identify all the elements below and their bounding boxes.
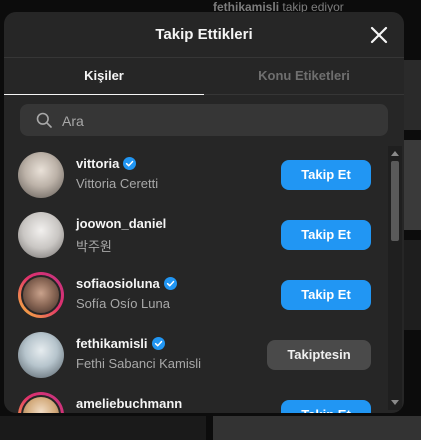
search-box — [20, 104, 388, 138]
dialog-tabs: Kişiler Konu Etiketleri — [4, 58, 404, 96]
account-username[interactable]: ameliebuchmann — [76, 396, 182, 411]
list-item: vittoria Vittoria Ceretti Takip Et — [4, 146, 388, 206]
dialog-title: Takip Ettikleri — [155, 26, 253, 43]
account-full-name: Sofía Osío Luna — [76, 296, 170, 311]
following-list: vittoria Vittoria Ceretti Takip Et joowo… — [4, 146, 388, 413]
avatar[interactable] — [18, 212, 64, 258]
follow-button[interactable]: Takip Et — [281, 220, 371, 250]
dialog-header: Takip Ettikleri — [4, 12, 404, 58]
verified-badge-icon — [163, 277, 177, 290]
account-full-name: Fethi Sabanci Kamisli — [76, 356, 201, 371]
tab-hashtags[interactable]: Konu Etiketleri — [204, 58, 404, 95]
avatar-story-ring[interactable] — [18, 392, 64, 413]
follow-button[interactable]: Takip Et — [281, 400, 371, 413]
list-item: fethikamisli Fethi Sabanci Kamisli Takip… — [4, 326, 388, 386]
account-username[interactable]: sofiaosioluna — [76, 276, 177, 291]
avatar[interactable] — [18, 332, 64, 378]
account-full-name: Vittoria Ceretti — [76, 176, 159, 191]
list-item: joowon_daniel 박주원 Takip Et — [4, 206, 388, 266]
list-item: sofiaosioluna Sofía Osío Luna Takip Et — [4, 266, 388, 326]
close-icon — [370, 26, 388, 44]
scroll-up-arrow-icon[interactable] — [391, 151, 399, 156]
account-username[interactable]: fethikamisli — [76, 336, 165, 351]
background-thumbnail — [404, 60, 421, 130]
account-username[interactable]: vittoria — [76, 156, 137, 171]
list-item: ameliebuchmann Takip Et — [4, 386, 388, 413]
avatar[interactable] — [18, 152, 64, 198]
background-thumbnail — [404, 140, 421, 230]
following-button[interactable]: Takiptesin — [267, 340, 371, 370]
verified-badge-icon — [123, 157, 137, 170]
scroll-down-arrow-icon[interactable] — [391, 400, 399, 405]
verified-badge-icon — [151, 337, 165, 350]
follow-button[interactable]: Takip Et — [281, 280, 371, 310]
avatar-story-ring[interactable] — [18, 272, 64, 318]
tab-people[interactable]: Kişiler — [4, 58, 204, 95]
background-thumbnail — [213, 416, 421, 440]
search-input[interactable] — [60, 104, 374, 138]
scrollbar-thumb[interactable] — [391, 161, 399, 241]
close-button[interactable] — [368, 24, 390, 46]
search-icon — [36, 112, 52, 128]
list-scrollbar[interactable] — [388, 146, 402, 410]
follow-button[interactable]: Takip Et — [281, 160, 371, 190]
account-username[interactable]: joowon_daniel — [76, 216, 166, 231]
background-thumbnail — [0, 416, 206, 440]
background-thumbnail — [404, 240, 421, 330]
account-full-name: 박주원 — [76, 239, 112, 254]
following-dialog: Takip Ettikleri Kişiler Konu Etiketleri … — [4, 12, 404, 413]
